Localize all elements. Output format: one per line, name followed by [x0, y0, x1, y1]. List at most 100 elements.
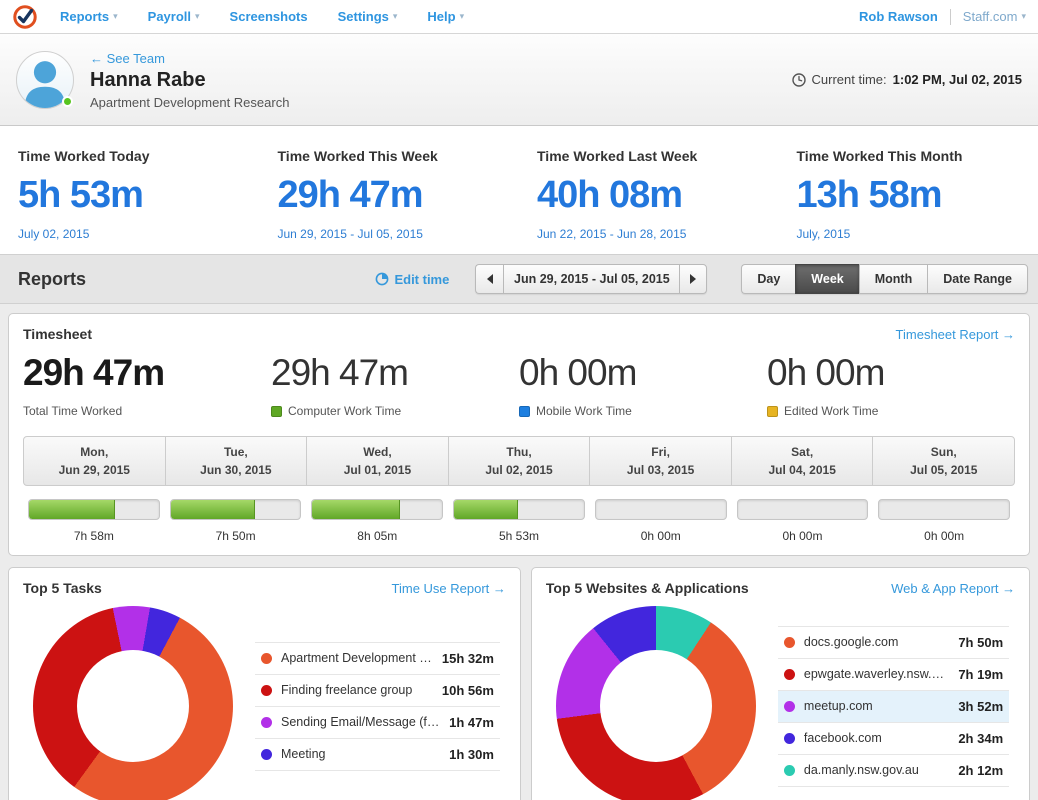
- web-app-report-link[interactable]: Web & App Report →: [891, 581, 1015, 596]
- chevron-left-icon: [487, 274, 493, 284]
- date-range-button[interactable]: Jun 29, 2015 - Jul 05, 2015: [503, 264, 679, 294]
- day-bars-row: [23, 499, 1015, 520]
- stat-this-month: Time Worked This Month 13h 58m July, 201…: [779, 126, 1038, 254]
- day-time-label: 8h 05m: [306, 529, 448, 543]
- time-use-report-link[interactable]: Time Use Report →: [392, 581, 506, 596]
- stat-this-week: Time Worked This Week 29h 47m Jun 29, 20…: [260, 126, 520, 254]
- legend-row[interactable]: facebook.com 2h 34m: [778, 723, 1009, 755]
- legend-row-highlighted[interactable]: meetup.com 3h 52m: [778, 691, 1009, 723]
- webapps-legend: docs.google.com 7h 50m epwgate.waverley.…: [778, 626, 1009, 787]
- current-time-value: 1:02 PM, Jul 02, 2015: [893, 72, 1022, 87]
- tasks-legend: Apartment Development Rese... 15h 32m Fi…: [255, 642, 500, 771]
- legend-row[interactable]: Finding freelance group 10h 56m: [255, 675, 500, 707]
- series-dot-icon: [784, 765, 795, 776]
- nav-divider: [950, 9, 951, 25]
- day-header-fri[interactable]: Fri,Jul 03, 2015: [590, 437, 732, 485]
- see-team-link[interactable]: ← See Team: [90, 51, 165, 66]
- timesheet-panel: Timesheet Timesheet Report → 29h 47m Tot…: [8, 313, 1030, 556]
- computer-time-swatch-icon: [271, 406, 282, 417]
- day-times-row: 7h 58m 7h 50m 8h 05m 5h 53m 0h 00m 0h 00…: [23, 529, 1015, 543]
- stat-title: Time Worked This Month: [797, 148, 1038, 164]
- section-title: Reports: [18, 269, 86, 290]
- day-header-sat[interactable]: Sat,Jul 04, 2015: [732, 437, 874, 485]
- prev-week-button[interactable]: [475, 264, 503, 294]
- user-info: ← See Team Hanna Rabe Apartment Developm…: [90, 50, 289, 110]
- menu-settings[interactable]: Settings ▾: [338, 9, 398, 24]
- tasks-donut-chart[interactable]: [33, 606, 233, 800]
- top-tasks-panel: Top 5 Tasks Time Use Report → Apartment …: [8, 567, 521, 800]
- edited-time-swatch-icon: [767, 406, 778, 417]
- stat-title: Time Worked Today: [18, 148, 260, 164]
- edited-time-summary: 0h 00m Edited Work Time: [767, 352, 1015, 418]
- day-bar: [590, 499, 732, 520]
- legend-row[interactable]: Meeting 1h 30m: [255, 739, 500, 771]
- view-month-button[interactable]: Month: [859, 264, 927, 294]
- menu-help[interactable]: Help ▾: [427, 9, 464, 24]
- webapps-donut-chart[interactable]: [556, 606, 756, 800]
- brand-label: Staff.com: [963, 9, 1018, 24]
- staffcom-logo-icon[interactable]: [12, 4, 38, 30]
- day-header-sun[interactable]: Sun,Jul 05, 2015: [873, 437, 1014, 485]
- user-subtitle: Apartment Development Research: [90, 95, 289, 110]
- series-dot-icon: [261, 653, 272, 664]
- series-dot-icon: [784, 733, 795, 744]
- edit-time-button[interactable]: Edit time: [375, 272, 449, 287]
- view-week-button[interactable]: Week: [795, 264, 858, 294]
- day-header-mon[interactable]: Mon,Jun 29, 2015: [24, 437, 166, 485]
- stat-today: Time Worked Today 5h 53m July 02, 2015: [0, 126, 260, 254]
- chevron-right-icon: [690, 274, 696, 284]
- series-dot-icon: [261, 685, 272, 696]
- stat-value: 40h 08m: [537, 174, 779, 217]
- day-header-tue[interactable]: Tue,Jun 30, 2015: [166, 437, 308, 485]
- legend-row[interactable]: docs.google.com 7h 50m: [778, 626, 1009, 659]
- top-webapps-panel: Top 5 Websites & Applications Web & App …: [531, 567, 1030, 800]
- current-time-label: Current time:: [812, 72, 887, 87]
- summary-value: 29h 47m: [23, 352, 271, 394]
- day-bar: [165, 499, 307, 520]
- view-date-range-button[interactable]: Date Range: [927, 264, 1028, 294]
- menu-reports[interactable]: Reports ▾: [60, 9, 118, 24]
- menu-payroll[interactable]: Payroll ▾: [148, 9, 200, 24]
- current-user-link[interactable]: Rob Rawson: [859, 9, 938, 24]
- reports-toolbar: Reports Edit time Jun 29, 2015 - Jul 05,…: [0, 254, 1038, 304]
- clock-icon: [792, 73, 806, 87]
- menu-label: Screenshots: [230, 9, 308, 24]
- main-content: Timesheet Timesheet Report → 29h 47m Tot…: [0, 304, 1038, 800]
- menu-label: Payroll: [148, 9, 191, 24]
- legend-row[interactable]: Apartment Development Rese... 15h 32m: [255, 642, 500, 675]
- mobile-time-summary: 0h 00m Mobile Work Time: [519, 352, 767, 418]
- avatar: [16, 51, 74, 109]
- next-week-button[interactable]: [679, 264, 707, 294]
- current-time: Current time: 1:02 PM, Jul 02, 2015: [792, 72, 1023, 87]
- legend-row[interactable]: da.manly.nsw.gov.au 2h 12m: [778, 755, 1009, 787]
- time-pie-icon: [375, 272, 389, 286]
- day-header-wed[interactable]: Wed,Jul 01, 2015: [307, 437, 449, 485]
- menu-screenshots[interactable]: Screenshots: [230, 9, 308, 24]
- summary-label: Computer Work Time: [271, 404, 519, 418]
- computer-time-summary: 29h 47m Computer Work Time: [271, 352, 519, 418]
- legend-row[interactable]: Sending Email/Message (freel... 1h 47m: [255, 707, 500, 739]
- day-bar: [23, 499, 165, 520]
- day-time-label: 0h 00m: [732, 529, 874, 543]
- day-header-thu[interactable]: Thu,Jul 02, 2015: [449, 437, 591, 485]
- timesheet-summaries: 29h 47m Total Time Worked 29h 47m Comput…: [23, 352, 1015, 418]
- timesheet-report-link[interactable]: Timesheet Report →: [896, 327, 1015, 342]
- menu-label: Settings: [338, 9, 389, 24]
- legend-row[interactable]: epwgate.waverley.nsw.gov.au 7h 19m: [778, 659, 1009, 691]
- series-dot-icon: [784, 637, 795, 648]
- view-day-button[interactable]: Day: [741, 264, 795, 294]
- series-dot-icon: [261, 717, 272, 728]
- stat-period: Jun 22, 2015 - Jun 28, 2015: [537, 227, 779, 241]
- webapps-panel-title: Top 5 Websites & Applications: [546, 580, 749, 596]
- summary-label: Mobile Work Time: [519, 404, 767, 418]
- day-time-label: 5h 53m: [448, 529, 590, 543]
- chevron-down-icon: ▾: [195, 11, 200, 22]
- day-time-label: 0h 00m: [590, 529, 732, 543]
- chevron-down-icon: ▾: [393, 11, 398, 22]
- day-bar: [448, 499, 590, 520]
- series-dot-icon: [784, 701, 795, 712]
- timesheet-title: Timesheet: [23, 326, 92, 342]
- brand-menu[interactable]: Staff.com ▾: [963, 9, 1026, 24]
- chevron-down-icon: ▾: [1021, 11, 1026, 22]
- chevron-down-icon: ▾: [460, 11, 465, 22]
